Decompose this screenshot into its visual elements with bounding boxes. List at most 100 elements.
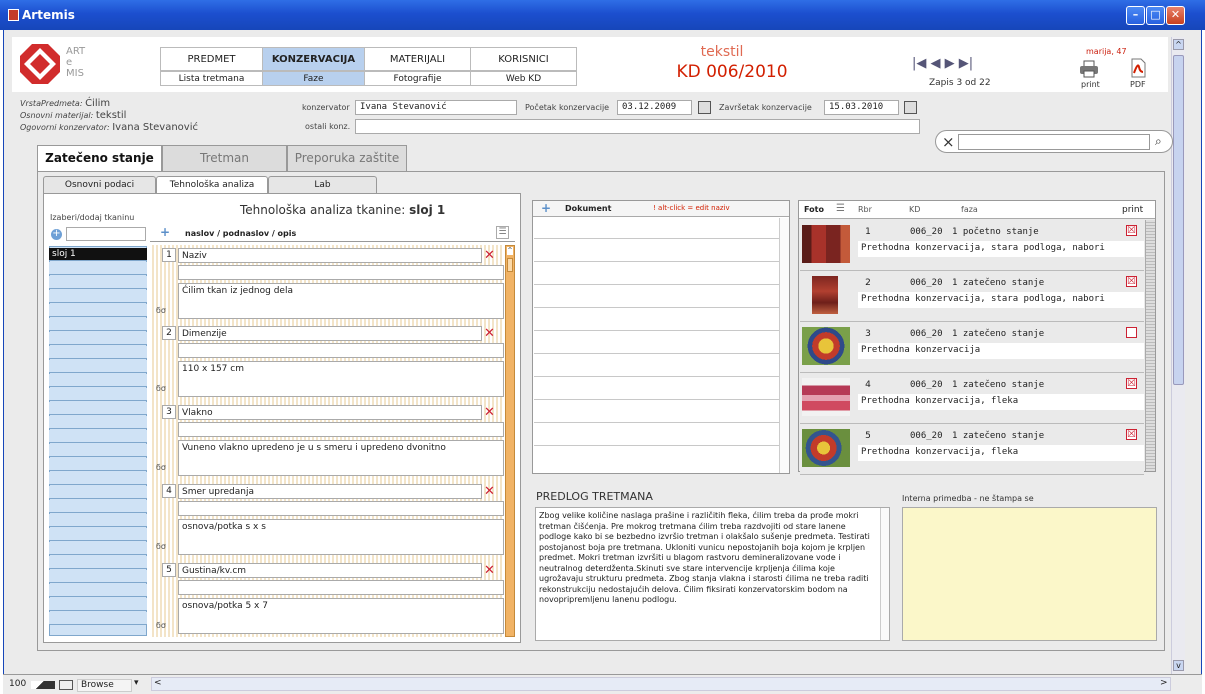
layer-empty[interactable] (49, 444, 147, 457)
row-naslov[interactable]: Gustina/kv.cm (178, 563, 482, 578)
document-row[interactable] (534, 284, 779, 285)
photo-thumbnail[interactable] (802, 378, 850, 416)
scroll-down-icon[interactable]: v (1173, 660, 1184, 671)
zavrsetak-field[interactable]: 15.03.2010 (824, 100, 899, 115)
nav-fotografije[interactable]: Fotografije (364, 71, 471, 86)
nav-web-kd[interactable]: Web KD (470, 71, 577, 86)
horizontal-scrollbar[interactable]: < > (151, 677, 1171, 691)
tab-tretman[interactable]: Tretman (162, 145, 287, 171)
photo-row[interactable]: 2 006_20 1 zatečeno stanje Prethodna kon… (800, 272, 1144, 322)
document-row[interactable] (534, 422, 779, 423)
predlog-scrollbar[interactable] (880, 508, 889, 640)
calendar-icon[interactable] (698, 101, 711, 114)
delete-row-icon[interactable]: ✕ (484, 484, 495, 499)
calendar-icon[interactable] (904, 101, 917, 114)
row-opis[interactable]: osnova/potka 5 x 7 (178, 598, 504, 634)
photo-thumbnail[interactable] (802, 327, 850, 365)
document-row[interactable] (534, 353, 779, 354)
layer-empty[interactable] (49, 472, 147, 485)
chevron-down-icon[interactable]: ▾ (134, 678, 139, 688)
photo-thumbnail[interactable] (802, 429, 850, 467)
row-opis[interactable]: Ćilim tkan iz jednog dela (178, 283, 504, 319)
layer-empty[interactable] (49, 388, 147, 401)
layer-empty[interactable] (49, 598, 147, 611)
row-podnaslov[interactable] (178, 580, 504, 595)
row-podnaslov[interactable] (178, 265, 504, 280)
photo-thumbnail[interactable] (802, 225, 850, 263)
list-icon[interactable]: ☰ (836, 203, 845, 214)
predlog-text[interactable]: Zbog velike količine naslaga prašine i r… (535, 507, 890, 641)
subtab-osnovni-podaci[interactable]: Osnovni podaci (43, 176, 156, 194)
layer-empty[interactable] (49, 514, 147, 527)
zoom-icon[interactable] (31, 681, 55, 689)
layer-empty[interactable] (49, 290, 147, 303)
nav-predmet[interactable]: PREDMET (160, 47, 263, 71)
delete-row-icon[interactable]: ✕ (484, 405, 495, 420)
layout-icon[interactable] (59, 680, 73, 690)
add-document-icon[interactable]: + (541, 201, 551, 215)
printer-icon[interactable] (1079, 60, 1099, 78)
pocetak-field[interactable]: 03.12.2009 (617, 100, 692, 115)
photo-row[interactable]: 4 006_20 1 zatečeno stanje Prethodna kon… (800, 374, 1144, 424)
nav-konzervacija[interactable]: KONZERVACIJA (262, 47, 365, 71)
layer-empty[interactable] (49, 584, 147, 597)
delete-row-icon[interactable]: ✕ (484, 248, 495, 263)
minimize-button[interactable]: – (1126, 6, 1145, 25)
row-podnaslov[interactable] (178, 501, 504, 516)
scroll-up-icon[interactable]: ^ (1173, 39, 1184, 50)
layer-empty[interactable] (49, 346, 147, 359)
photo-scrollbar[interactable] (1145, 220, 1155, 471)
clear-search-icon[interactable]: × (942, 133, 955, 151)
delete-row-icon[interactable]: ✕ (484, 563, 495, 578)
photo-row[interactable]: 3 006_20 1 zatečeno stanje Prethodna kon… (800, 323, 1144, 373)
document-row[interactable] (534, 238, 779, 239)
row-podnaslov[interactable] (178, 343, 504, 358)
layer-empty[interactable] (49, 416, 147, 429)
row-podnaslov[interactable] (178, 422, 504, 437)
pdf-icon[interactable] (1129, 58, 1147, 78)
document-row[interactable] (534, 399, 779, 400)
document-row[interactable] (534, 307, 779, 308)
view-icon[interactable]: ϭσ (156, 463, 166, 472)
tab-zateceno-stanje[interactable]: Zatečeno stanje (37, 145, 162, 172)
konzervator-field[interactable]: Ivana Stevanović (355, 100, 517, 115)
photo-desc[interactable]: Prethodna konzervacija, stara podloga, n… (858, 292, 1144, 308)
nav-faze[interactable]: Faze (262, 71, 365, 86)
scroll-thumb[interactable] (1173, 55, 1184, 385)
layer-empty[interactable] (49, 486, 147, 499)
scroll-left-icon[interactable]: < (154, 678, 162, 688)
add-row-icon[interactable]: + (160, 225, 170, 239)
ostali-field[interactable] (355, 119, 920, 134)
print-checkbox[interactable] (1126, 327, 1137, 338)
scroll-right-icon[interactable]: > (1160, 678, 1168, 688)
list-icon[interactable]: ☰ (496, 226, 509, 239)
layer-empty[interactable] (49, 262, 147, 275)
zoom-level[interactable]: 100 (9, 679, 26, 689)
search-icon[interactable]: ⌕ (1155, 134, 1162, 149)
layer-empty[interactable] (49, 500, 147, 513)
layer-empty[interactable] (49, 276, 147, 289)
row-opis[interactable]: osnova/potka s x s (178, 519, 504, 555)
layer-item[interactable]: sloj 1 (49, 248, 147, 261)
nav-korisnici[interactable]: KORISNICI (470, 47, 577, 71)
nav-materijali[interactable]: MATERIJALI (364, 47, 471, 71)
photo-row[interactable]: 1 006_20 1 početno stanje Prethodna konz… (800, 221, 1144, 271)
print-label[interactable]: print (1081, 80, 1100, 89)
view-icon[interactable]: ϭσ (156, 384, 166, 393)
photo-desc[interactable]: Prethodna konzervacija (858, 343, 1144, 359)
layer-input[interactable] (66, 227, 146, 241)
row-naslov[interactable]: Vlakno (178, 405, 482, 420)
photo-desc[interactable]: Prethodna konzervacija, stara podloga, n… (858, 241, 1144, 257)
document-row[interactable] (534, 445, 779, 446)
print-checkbox[interactable]: ☒ (1126, 225, 1137, 236)
photo-thumbnail[interactable] (812, 276, 838, 314)
close-button[interactable]: ✕ (1166, 6, 1185, 25)
layer-empty[interactable] (49, 570, 147, 583)
row-opis[interactable]: Vuneno vlakno upredeno je u s smeru i up… (178, 440, 504, 476)
layer-empty[interactable] (49, 318, 147, 331)
row-naslov[interactable]: Smer upredanja (178, 484, 482, 499)
rows-scrollbar[interactable]: ^ (505, 245, 515, 637)
document-scrollbar[interactable] (779, 218, 789, 473)
layer-empty[interactable] (49, 360, 147, 373)
search-input[interactable] (958, 134, 1150, 150)
